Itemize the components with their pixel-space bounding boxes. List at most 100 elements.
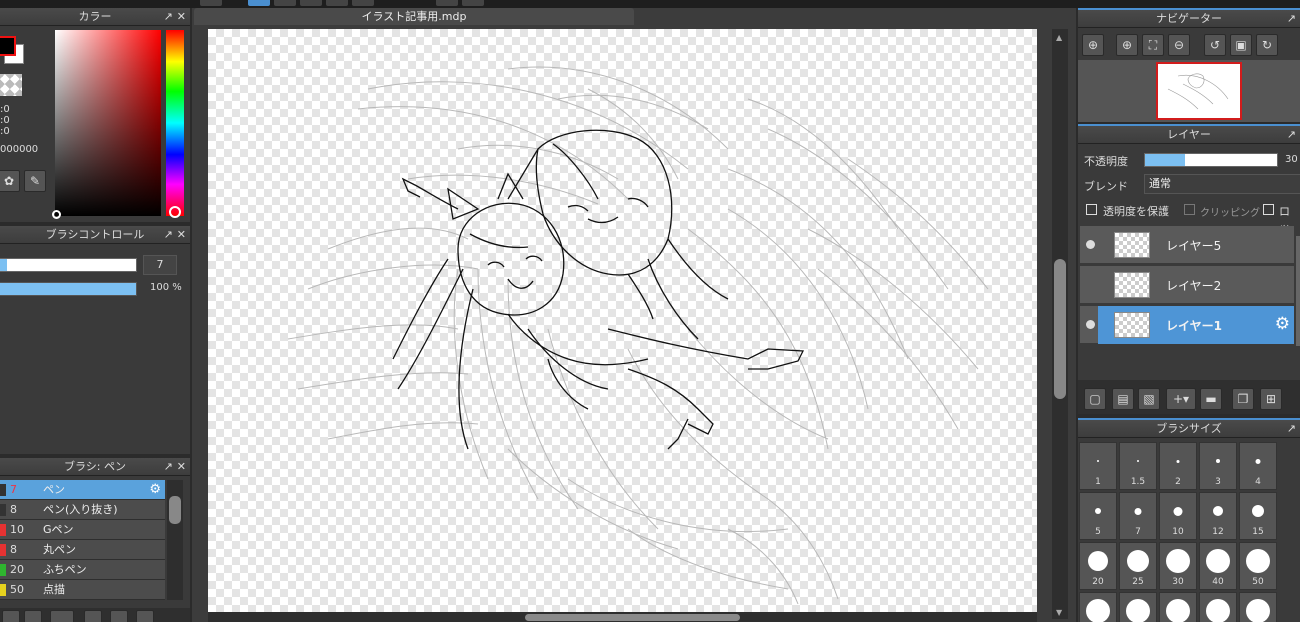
scroll-down-icon[interactable]: ▼ (1056, 608, 1062, 617)
brush-size-slider[interactable] (0, 258, 137, 272)
brush-size-cell[interactable] (1079, 592, 1117, 622)
zoom-out-icon[interactable]: ⊖ (1168, 34, 1190, 56)
layers-scrollbar[interactable] (1296, 236, 1300, 346)
toolbar-button-active[interactable] (248, 0, 270, 6)
brush-size-cell[interactable] (1239, 592, 1277, 622)
rotate-left-icon[interactable]: ↺ (1204, 34, 1226, 56)
close-icon[interactable]: ✕ (177, 228, 186, 241)
brush-size-cell[interactable]: 25 (1119, 542, 1157, 590)
toolbar-button[interactable] (436, 0, 458, 6)
fit-screen-icon[interactable]: ⛶ (1142, 34, 1164, 56)
brush-size-cell[interactable]: 30 (1159, 542, 1197, 590)
duplicate-layer-icon[interactable]: ❐ (1232, 388, 1254, 410)
zoom-in-icon[interactable]: ⊕ (1116, 34, 1138, 56)
folder-icon[interactable]: ▬ (1200, 388, 1222, 410)
brush-item[interactable]: 8 丸ペン (0, 540, 165, 560)
gear-icon[interactable]: ⚙ (149, 480, 161, 500)
float-icon[interactable]: ↗ (164, 10, 173, 23)
close-icon[interactable]: ✕ (177, 460, 186, 473)
color-picker-icon[interactable]: ✎ (24, 170, 46, 192)
brush-size-cell[interactable]: 15 (1239, 492, 1277, 540)
folder-icon[interactable] (110, 610, 128, 622)
brush-opacity-slider[interactable] (0, 282, 137, 296)
new-8bit-layer-icon[interactable]: ▤ (1112, 388, 1134, 410)
navigator-viewport[interactable] (1156, 62, 1242, 120)
hue-slider[interactable] (166, 30, 184, 218)
add-brush-icon[interactable] (2, 610, 20, 622)
document-tab[interactable]: イラスト記事用.mdp (194, 8, 634, 25)
brush-size-cell[interactable]: 7 (1119, 492, 1157, 540)
zoom-fit-icon[interactable]: ⊕ (1082, 34, 1104, 56)
brush-size-cell[interactable]: 50 (1239, 542, 1277, 590)
palette-icon[interactable]: ✿ (0, 170, 20, 192)
saturation-value-picker[interactable] (52, 30, 161, 219)
reset-view-icon[interactable]: ▣ (1230, 34, 1252, 56)
float-icon[interactable]: ↗ (1287, 422, 1296, 435)
brush-size-value[interactable]: 7 (143, 255, 177, 275)
toolbar-button[interactable] (200, 0, 222, 6)
brush-size-cell[interactable]: 12 (1199, 492, 1237, 540)
rotate-right-icon[interactable]: ↻ (1256, 34, 1278, 56)
scrollbar-thumb[interactable] (1054, 259, 1066, 399)
new-layer-icon[interactable]: ▢ (1084, 388, 1106, 410)
scroll-up-icon[interactable]: ▲ (1056, 33, 1062, 42)
blend-mode-select[interactable]: 通常 (1144, 174, 1300, 194)
layer-opacity-slider[interactable] (1144, 153, 1278, 167)
float-icon[interactable]: ↗ (164, 460, 173, 473)
lock-checkbox[interactable] (1263, 204, 1274, 215)
brush-size-cell[interactable]: 5 (1079, 492, 1117, 540)
brush-menu-icon[interactable] (50, 610, 74, 622)
scrollbar-thumb[interactable] (525, 614, 740, 621)
hue-cursor[interactable] (169, 206, 181, 218)
brush-size-label: 40 (1212, 577, 1224, 587)
scrollbar-thumb[interactable] (169, 496, 181, 524)
brush-size-cell[interactable]: 10 (1159, 492, 1197, 540)
brush-size-cell[interactable]: 2 (1159, 442, 1197, 490)
brush-size-cell[interactable] (1159, 592, 1197, 622)
brush-item[interactable]: 20 ふちペン (0, 560, 165, 580)
brush-size-cell[interactable]: 1.5 (1119, 442, 1157, 490)
visibility-icon[interactable] (1086, 320, 1095, 329)
foreground-color-swatch[interactable] (0, 36, 16, 56)
brush-size-cell[interactable]: 20 (1079, 542, 1117, 590)
protect-alpha-checkbox[interactable] (1086, 204, 1097, 215)
drawing-canvas[interactable] (208, 29, 1037, 612)
close-icon[interactable]: ✕ (177, 10, 186, 23)
toolbar-button[interactable] (462, 0, 484, 6)
brush-item[interactable]: 50 点描 (0, 580, 165, 600)
brush-item[interactable]: 8 ペン(入り抜き) (0, 500, 165, 520)
sv-cursor[interactable] (52, 210, 61, 219)
toolbar-button[interactable] (326, 0, 348, 6)
brush-item[interactable]: 10 Gペン (0, 520, 165, 540)
float-icon[interactable]: ↗ (1287, 12, 1296, 25)
toolbar-button[interactable] (274, 0, 296, 6)
float-icon[interactable]: ↗ (164, 228, 173, 241)
brush-size-cell[interactable]: 1 (1079, 442, 1117, 490)
toolbar-button[interactable] (352, 0, 374, 6)
brush-size-label: 2 (1175, 477, 1181, 487)
clipping-checkbox[interactable] (1184, 204, 1195, 215)
brush-size-cell[interactable] (1199, 592, 1237, 622)
copy-brush-icon[interactable] (84, 610, 102, 622)
new-brush-icon[interactable] (24, 610, 42, 622)
duplicate-icon[interactable] (136, 610, 154, 622)
toolbar-button[interactable] (300, 0, 322, 6)
canvas-vertical-scrollbar[interactable]: ▲ ▼ (1052, 29, 1068, 619)
layer-settings-gear-icon[interactable]: ⚙ (1275, 314, 1290, 334)
brush-size-cell[interactable] (1119, 592, 1157, 622)
brush-size-cell[interactable]: 4 (1239, 442, 1277, 490)
merge-layer-icon[interactable]: ⊞ (1260, 388, 1282, 410)
layer-row[interactable]: レイヤー2 (1080, 266, 1294, 304)
canvas-horizontal-scrollbar[interactable] (208, 612, 1037, 622)
layer-row[interactable]: レイヤー1 ⚙ (1080, 306, 1294, 344)
brush-list-scrollbar[interactable] (167, 480, 183, 600)
add-layer-menu-icon[interactable]: +▾ (1166, 388, 1196, 410)
brush-size-cell[interactable]: 3 (1199, 442, 1237, 490)
transparent-color-swatch[interactable] (0, 74, 22, 96)
brush-item[interactable]: 7 ペン ⚙ (0, 480, 165, 500)
brush-size-cell[interactable]: 40 (1199, 542, 1237, 590)
new-1bit-layer-icon[interactable]: ▧ (1138, 388, 1160, 410)
float-icon[interactable]: ↗ (1287, 128, 1296, 141)
visibility-icon[interactable] (1086, 240, 1095, 249)
layer-row[interactable]: レイヤー5 (1080, 226, 1294, 264)
